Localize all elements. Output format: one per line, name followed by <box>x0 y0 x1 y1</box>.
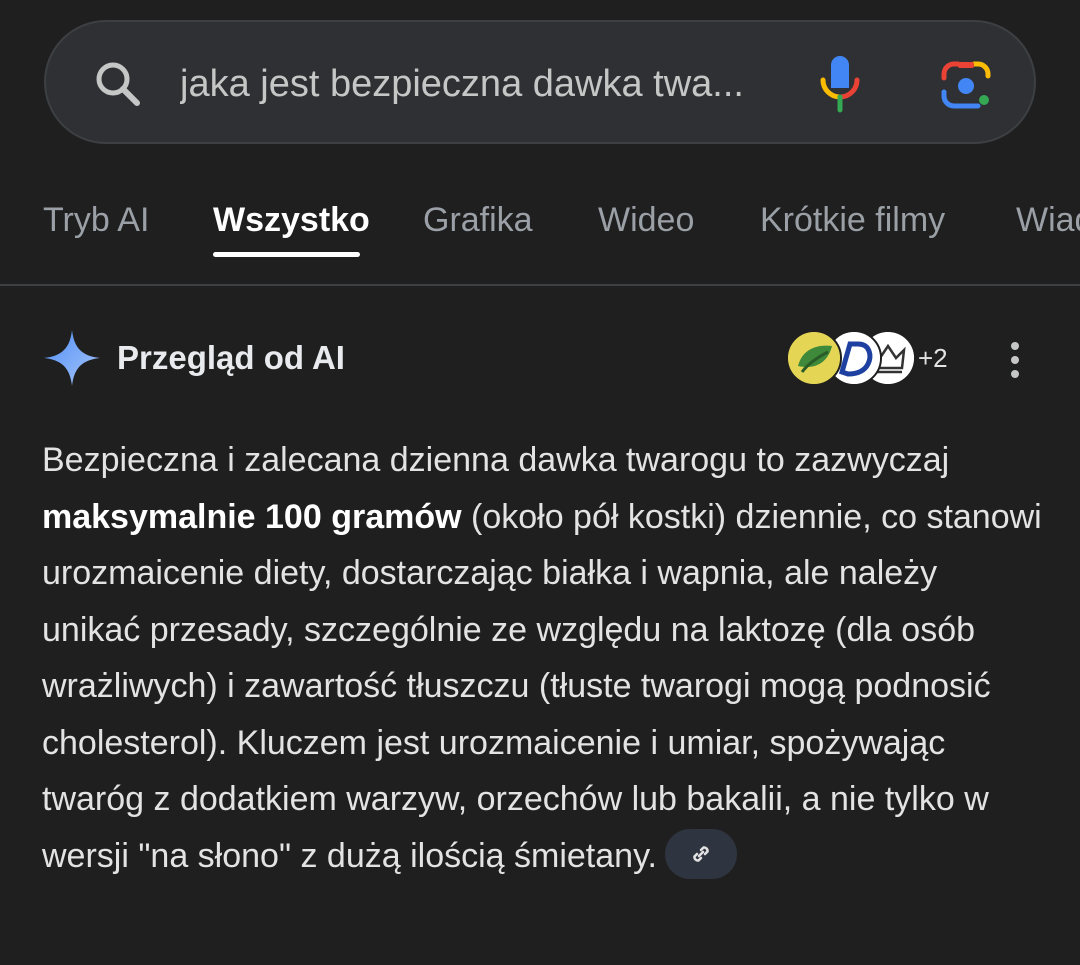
ai-overview-title: Przegląd od AI <box>117 339 345 376</box>
tab-news[interactable]: Wiadomości <box>1016 198 1080 242</box>
ai-text-part2: (około pół kostki) dziennie, co stanowi … <box>42 497 1042 875</box>
link-icon <box>693 845 709 862</box>
more-vertical-icon[interactable] <box>1002 340 1028 380</box>
google-lens-icon[interactable] <box>940 60 992 110</box>
ai-text-highlight: maksymalnie 100 gramów <box>42 497 462 536</box>
mic-icon[interactable] <box>818 54 862 114</box>
citation-link-button[interactable] <box>665 828 737 879</box>
source-avatar-leaf[interactable] <box>786 330 842 386</box>
active-tab-indicator <box>213 252 360 257</box>
search-input[interactable]: jaka jest bezpieczna dawka twa... <box>180 60 800 108</box>
search-icon[interactable] <box>92 58 144 110</box>
sources-more-count[interactable]: +2 <box>918 340 948 376</box>
ai-sparkle-icon <box>44 330 100 386</box>
leaf-logo-icon <box>788 332 840 384</box>
ai-overview-text: Bezpieczna i zalecana dzienna dawka twar… <box>42 432 1042 884</box>
tab-images[interactable]: Grafika <box>423 198 533 242</box>
tab-ai-mode[interactable]: Tryb AI <box>43 198 149 242</box>
ai-text-part1: Bezpieczna i zalecana dzienna dawka twar… <box>42 441 950 479</box>
search-bar[interactable]: jaka jest bezpieczna dawka twa... <box>44 20 1036 144</box>
tab-short-videos[interactable]: Krótkie filmy <box>760 198 945 242</box>
tab-videos[interactable]: Wideo <box>598 198 694 242</box>
search-tabs: Tryb AI Wszystko Grafika Wideo Krótkie f… <box>0 180 1080 286</box>
tab-all[interactable]: Wszystko <box>213 198 370 242</box>
